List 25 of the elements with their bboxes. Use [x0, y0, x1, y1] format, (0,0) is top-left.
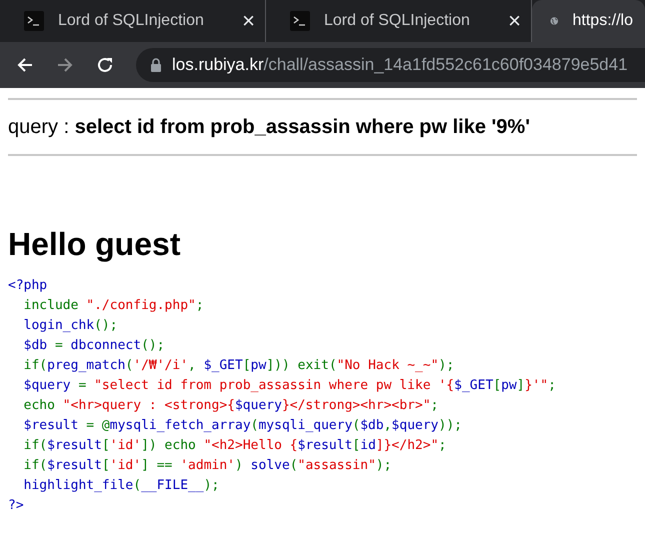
code-line: highlight_file(__FILE__); [22, 477, 220, 495]
code-line: echo "<hr>query : <strong>{$query}</strong><hr><br>"; [22, 397, 438, 415]
code-line: login_chk(); [22, 317, 118, 335]
code-line: <?php [8, 277, 48, 295]
browser-tab[interactable]: https://lo [532, 0, 645, 42]
terminal-icon [24, 11, 44, 31]
address-bar[interactable]: los.rubiya.kr/chall/assassin_14a1fd552c61c60f034879e5d41 [136, 48, 645, 82]
code-line: ?> [8, 497, 24, 515]
code-line: $db = dbconnect(); [22, 337, 165, 355]
back-icon[interactable] [16, 56, 34, 74]
url-text: los.rubiya.kr/chall/assassin_14a1fd552c61c60f034879e5d41 [172, 54, 628, 76]
code-line: if($result['id'] == 'admin') solve("assassin"); [22, 457, 392, 475]
code-line: $query = "select id from prob_assassin where pw like '{$_GET[pw]}'"; [22, 377, 556, 395]
code-line: if(preg_match('/₩'/i', $_GET[pw])) exit("No Hack ~_~"); [22, 357, 454, 375]
code-line: if($result['id']) echo "<h2>Hello {$result[id]}</h2>"; [22, 437, 446, 455]
code-line: $result = @mysqli_fetch_array(mysqli_query($db,$query)); [22, 417, 462, 435]
code-line: include "./config.php"; [22, 297, 204, 315]
page-heading: Hello guest [8, 225, 182, 264]
query-text: query : select id from prob_assassin where pw like '9%' [8, 115, 531, 140]
close-tab-button[interactable]: × [508, 10, 521, 32]
lock-icon [150, 58, 162, 72]
close-tab-button[interactable]: × [242, 10, 255, 32]
reload-icon[interactable] [96, 56, 114, 74]
forward-icon[interactable] [56, 56, 74, 74]
terminal-icon [290, 11, 310, 31]
